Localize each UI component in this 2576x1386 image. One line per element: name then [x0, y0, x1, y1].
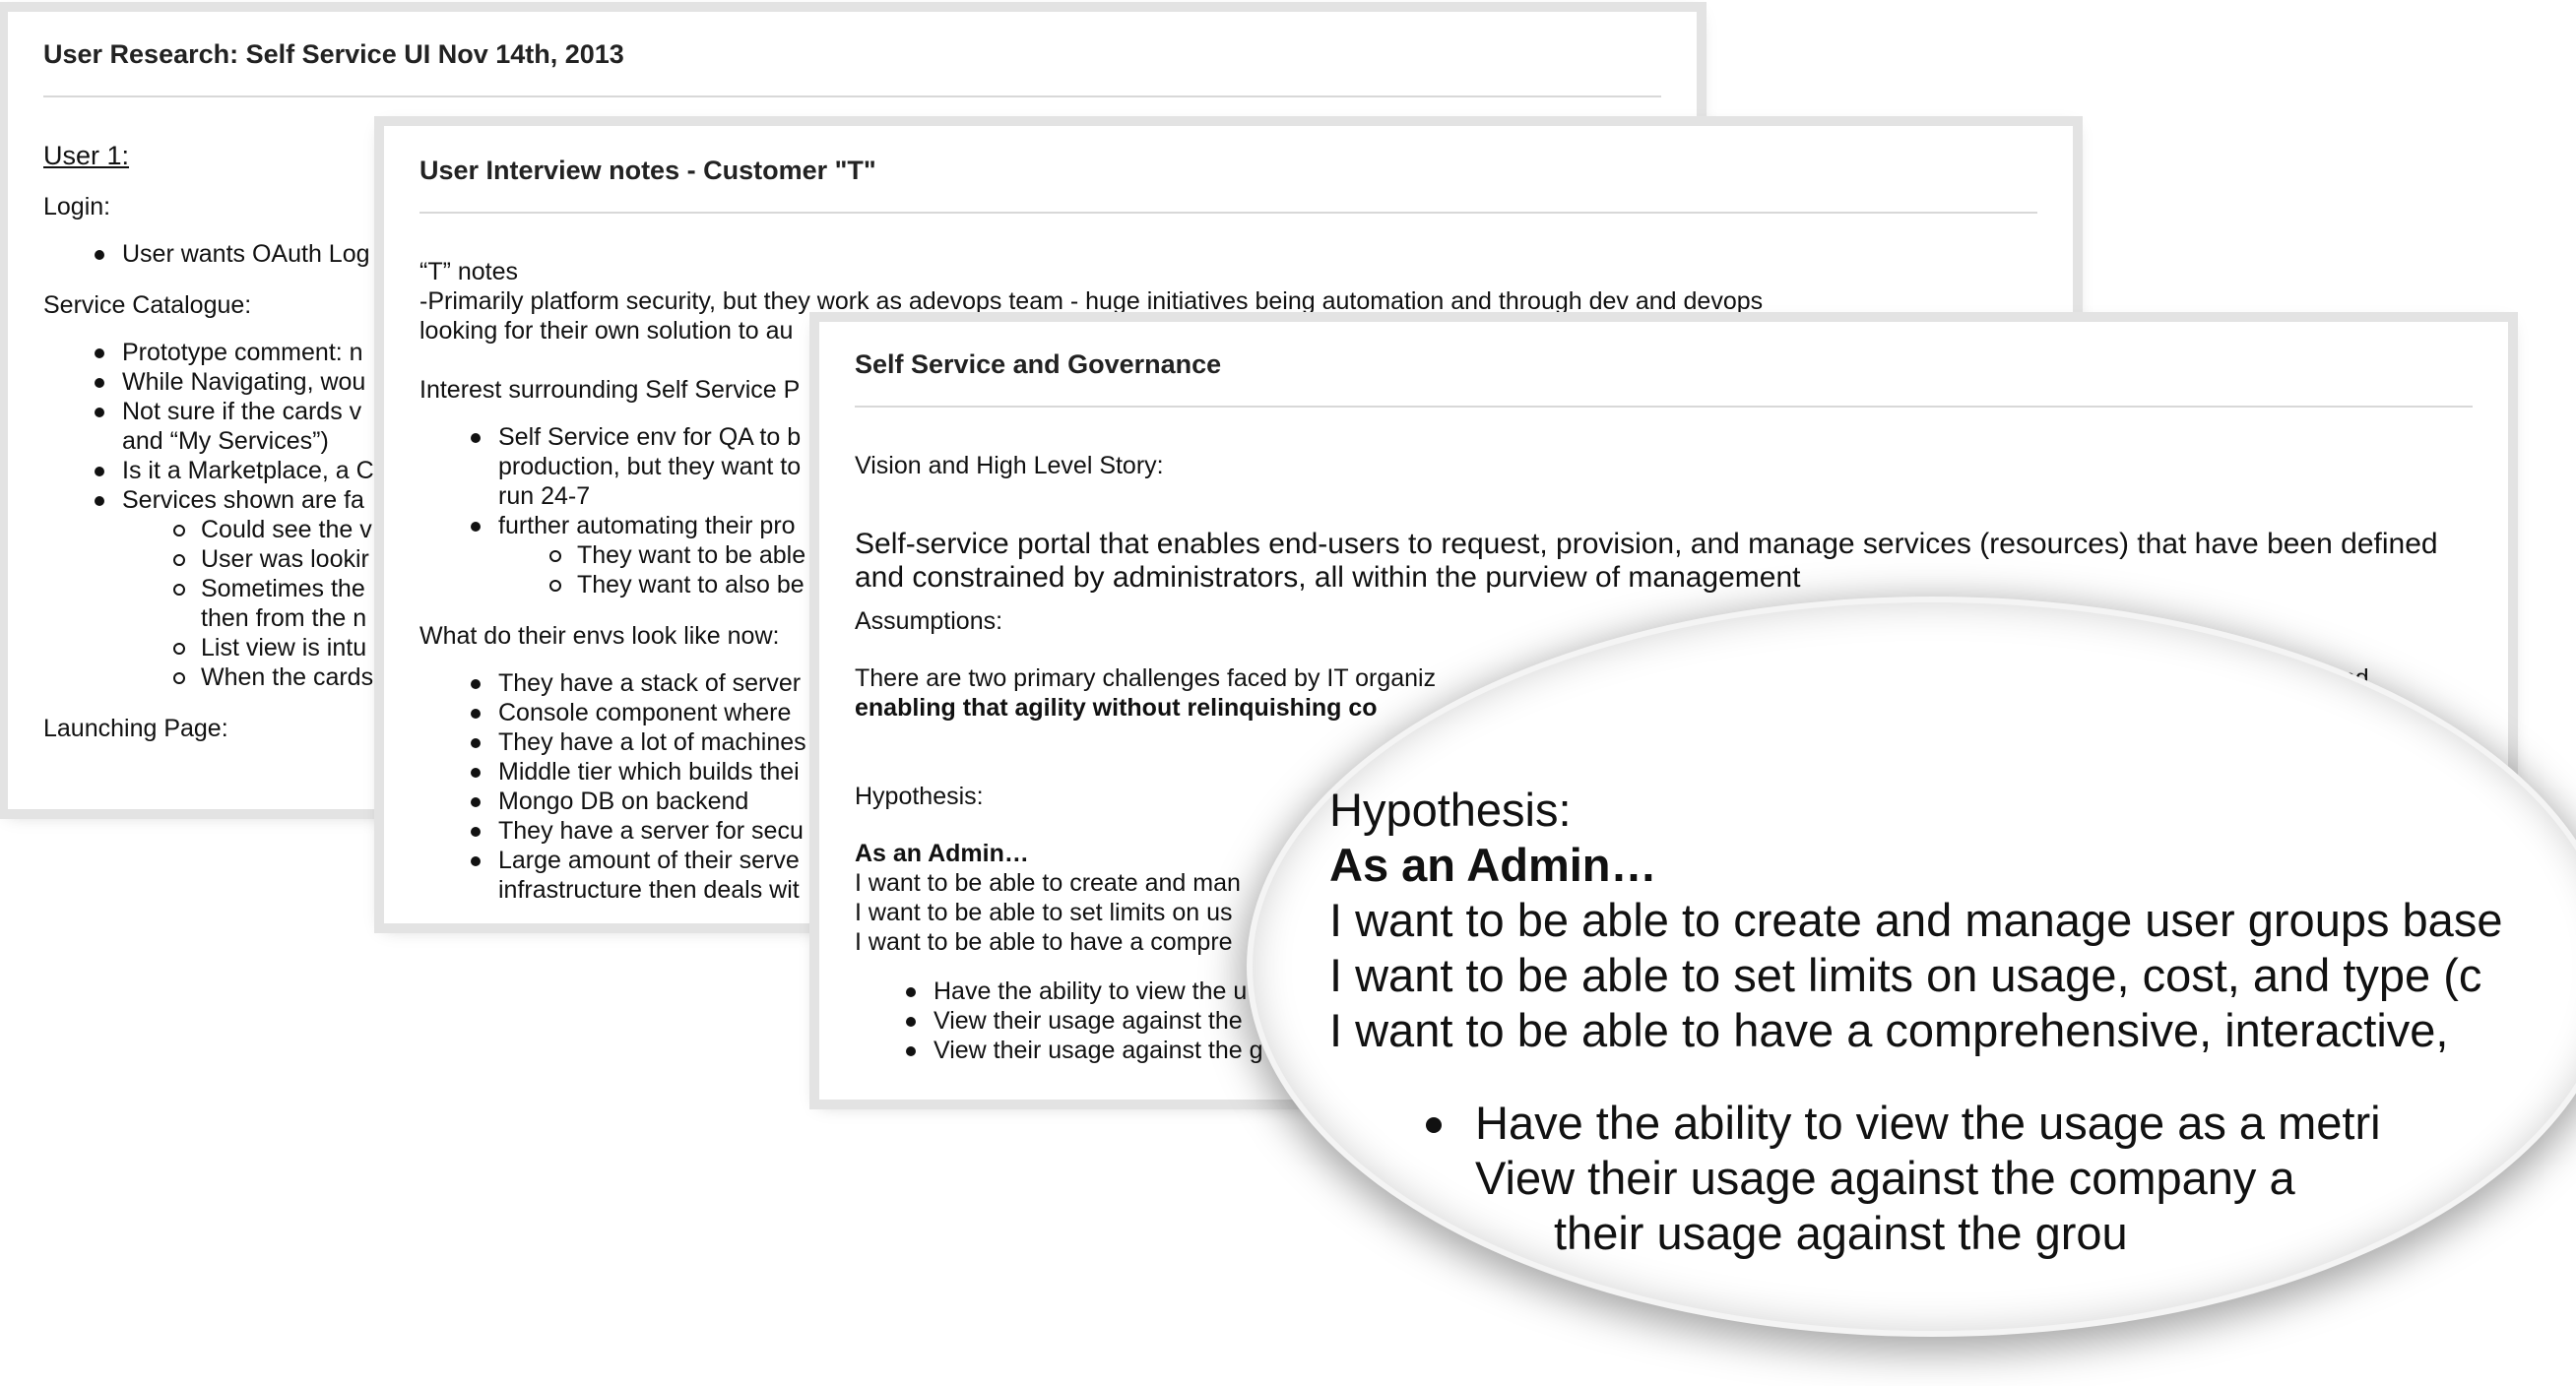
vision-label: Vision and High Level Story:	[855, 452, 1164, 479]
doc1-title: User Research: Self Service UI Nov 14th,…	[43, 39, 1661, 97]
magnified-admin-line: I want to be able to set limits on usage…	[1329, 949, 2482, 1001]
doc3-title: Self Service and Governance	[855, 349, 2473, 408]
magnifier-lens: Hypothesis: As an Admin… I want to be ab…	[1253, 602, 2576, 1331]
vision-line: and constrained by administrators, all w…	[855, 561, 1801, 594]
magnified-list: Have the ability to view the usage as a …	[1426, 1096, 2576, 1261]
magnified-admin-line: I want to be able to create and manage u…	[1329, 894, 2503, 946]
notes-line: -Primarily platform security, but they w…	[419, 287, 1764, 315]
magnified-admin-line: I want to be able to have a comprehensiv…	[1329, 1004, 2449, 1056]
notes-label: “T” notes	[419, 258, 519, 285]
magnified-list-item: their usage against the grou	[1554, 1207, 2128, 1259]
assumptions-line-start: There are two primary challenges faced b…	[855, 664, 1437, 692]
magnified-admin-label: As an Admin…	[1329, 839, 1657, 891]
vision-line: Self-service portal that enables end-use…	[855, 528, 2438, 560]
doc2-title: User Interview notes - Customer "T"	[419, 156, 2037, 214]
magnified-list-item: View their usage against the company a	[1475, 1152, 2295, 1204]
magnified-hypothesis-label: Hypothesis:	[1329, 784, 1572, 836]
magnified-list-item: Have the ability to view the usage as a …	[1426, 1096, 2576, 1151]
magnified-content: Hypothesis: As an Admin… I want to be ab…	[1329, 783, 2576, 1261]
